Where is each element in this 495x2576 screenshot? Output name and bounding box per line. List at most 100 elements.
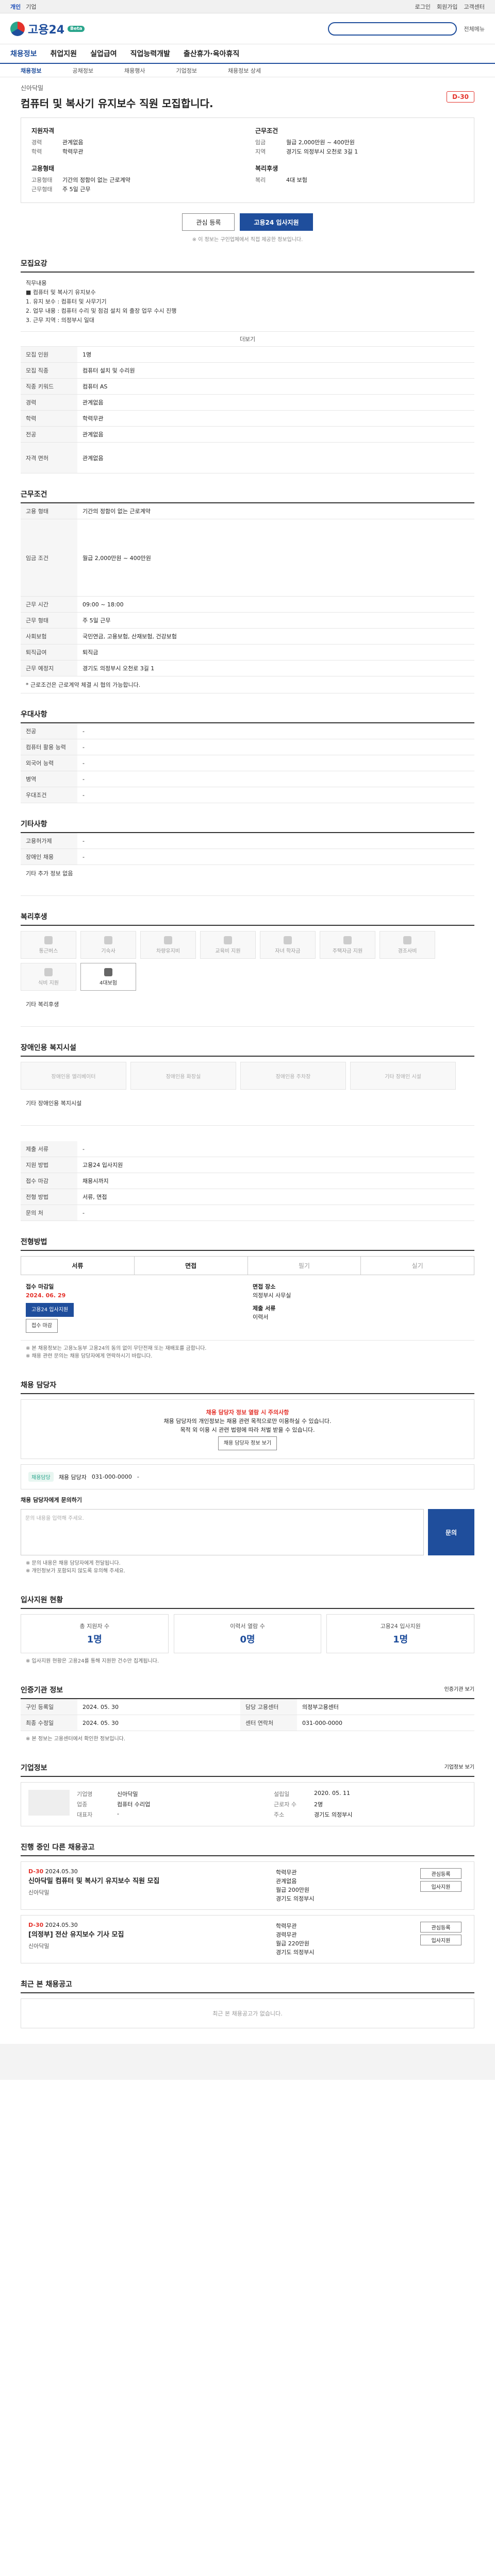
section-title: 복리후생 <box>21 911 474 926</box>
section-prefer: 우대사항 전공 - 컴퓨터 활용 능력 - 외국어 능력 - 병역 - 우대조건 - <box>21 709 474 803</box>
applicants-note: ※ 입사지원 현황은 고용24를 통해 지원한 건수만 집계됩니다. <box>26 1658 159 1664</box>
welfare-edu-icon: 교육비 지원 <box>200 931 256 959</box>
job-card-interest-button[interactable]: 관심등록 <box>420 1868 461 1879</box>
signup-link[interactable]: 회원가입 <box>437 3 457 11</box>
inquiry-title: 채용 담당자에게 문의하기 <box>21 1497 82 1503</box>
nav-jobs[interactable]: 채용정보 <box>10 48 37 59</box>
job-card-title[interactable]: [의정부] 전산 유지보수 기사 모집 <box>28 1930 271 1940</box>
agency-button[interactable]: 인증기관 보기 <box>444 1685 474 1695</box>
etc-note: 기타 추가 정보 없음 <box>21 865 474 896</box>
section-others: 진행 중인 다른 채용공고 D-30 2024.05.30 신아닥밀 컴퓨터 및… <box>21 1842 474 1963</box>
conditions-table: 고용 형태 기간의 정함이 없는 근로계약 임금 조건 월급 2,000만원 ~ 4… <box>21 503 474 676</box>
section-title: 전형방법 <box>21 1236 474 1251</box>
login-link[interactable]: 로그인 <box>415 3 431 11</box>
topbar-company[interactable]: 기업 <box>26 3 36 11</box>
manager-box: 채용담당 채용 담당자 031-000-0000 - <box>21 1464 474 1489</box>
welfare-meal-icon: 식비 지원 <box>21 963 76 991</box>
section-recent: 최근 본 채용공고 최근 본 채용공고가 없습니다. <box>21 1979 474 2028</box>
inquiry-submit-button[interactable]: 문의 <box>428 1509 474 1555</box>
section-title: 최근 본 채용공고 <box>21 1979 474 1993</box>
etc-table: 고용허가제 - 장애인 채용 - <box>21 833 474 865</box>
subnav-open[interactable]: 공채정보 <box>72 66 93 75</box>
topbar-personal[interactable]: 개인 <box>10 3 21 11</box>
step-document: 서류 <box>21 1257 135 1275</box>
section-title: 입사지원 현황 <box>21 1595 474 1609</box>
job-description: 직무내용 ■ 컴퓨터 및 복사기 유지보수 1. 유지 보수 : 컴퓨터 및 사… <box>21 273 474 332</box>
logo-icon <box>10 21 25 36</box>
section-disability: 장애인용 복지시설 장애인용 엘리베이터 장애인용 화장실 장애인용 주차장 기… <box>21 1042 474 1126</box>
summary-title: 근무조건 <box>255 127 278 134</box>
summary-title: 지원자격 <box>31 127 55 134</box>
job-title: 컴퓨터 및 복사기 유지보수 직원 모집합니다. <box>21 97 213 110</box>
companyinfo-button[interactable]: 기업정보 보기 <box>444 1762 474 1773</box>
apply-button[interactable]: 고용24 입사지원 <box>240 213 313 231</box>
view-manager-button[interactable]: 채용 담당자 정보 보기 <box>218 1436 277 1450</box>
inquiry-textarea[interactable]: 문의 내용을 입력해 주세요. <box>21 1509 424 1555</box>
subnav-detail[interactable]: 채용정보 상세 <box>228 66 261 75</box>
welfare-house-icon: 주택자금 지원 <box>320 931 375 959</box>
sub-nav: 채용정보 공채정보 채용행사 기업정보 채용정보 상세 <box>0 64 495 77</box>
prefer-table: 전공 - 컴퓨터 활용 능력 - 외국어 능력 - 병역 - 우대조건 - <box>21 723 474 803</box>
section-welfare: 복리후생 통근버스 기숙사 차량유지비 교육비 지원 자녀 학자금 주택자금 지… <box>21 911 474 1027</box>
section-companyinfo: 기업정보 기업정보 보기 기업명 신아닥밀 설립일 2020. 05. 11 업종 컴퓨… <box>21 1762 474 1826</box>
inquiry-notes: ※ 문의 내용은 채용 담당자에게 전달됩니다. ※ 개인정보가 포함되지 않도… <box>26 1561 126 1574</box>
job-card-interest-button[interactable]: 관심등록 <box>420 1922 461 1933</box>
search-input[interactable] <box>327 22 457 36</box>
subnav-events[interactable]: 채용행사 <box>124 66 145 75</box>
step-practical: 실기 <box>411 1262 423 1269</box>
step-written: 필기 <box>248 1257 361 1275</box>
all-menu-link[interactable]: 전체메뉴 <box>464 25 485 33</box>
nav-leave[interactable]: 출산휴가·육아휴직 <box>184 48 239 59</box>
applicant-stats: 총 지원자 수 1명 이력서 열람 수 0명 고용24 입사지원 1명 <box>21 1614 475 1653</box>
main-nav: 채용정보 취업지원 실업급여 직업능력개발 출산휴가·육아휴직 <box>0 44 495 64</box>
section-etc: 기타사항 고용허가제 - 장애인 채용 - 기타 추가 정보 없음 <box>21 819 474 896</box>
caution-box: 채용 담당자 정보 열람 시 주의사항 채용 담당자의 개인정보는 채용 관련 … <box>21 1399 474 1459</box>
period-apply-button[interactable]: 고용24 입사지원 <box>26 1303 74 1317</box>
logo[interactable]: 고용24 Beta <box>10 21 85 37</box>
company-name: 신아닥밀 <box>21 84 44 92</box>
conditions-note: * 근로조건은 근로계약 체결 시 협의 가능합니다. <box>21 676 474 693</box>
welfare-bus-icon: 통근버스 <box>21 931 76 959</box>
summary-title: 복리후생 <box>255 165 278 172</box>
section-recruit: 모집요강 직무내용 ■ 컴퓨터 및 복사기 유지보수 1. 유지 보수 : 컴퓨… <box>21 258 474 473</box>
welfare-tuition-icon: 자녀 학자금 <box>260 931 316 959</box>
section-title: 우대사항 <box>21 709 474 723</box>
summary-box: 지원자격 경력 관계없음 학력 학력무관 고용형태 고용형태 기간의 정함이 없는 근… <box>21 117 474 203</box>
job-card-apply-button[interactable]: 입사지원 <box>420 1935 461 1945</box>
apply-area: 관심 등록 고용24 입사지원 <box>21 213 474 231</box>
job-card[interactable]: D-30 2024.05.30 신아닥밀 컴퓨터 및 복사기 유지보수 직원 모… <box>21 1861 474 1910</box>
restroom-icon: 장애인용 화장실 <box>130 1062 236 1090</box>
notice: ※ 이 정보는 구인업체에서 직접 제공한 정보입니다. <box>192 237 303 243</box>
section-agency: 인증기관 정보 인증기관 보기 구인 등록일 2024. 05. 30 담당 고용센터… <box>21 1685 474 1747</box>
welfare-car-icon: 차량유지비 <box>140 931 196 959</box>
period-close-button[interactable]: 접수 마감 <box>26 1319 58 1333</box>
welfare-insurance-icon: 4대보험 <box>80 963 136 991</box>
welfare-gift-icon: 경조사비 <box>380 931 435 959</box>
section-title: 근무조건 <box>21 489 474 503</box>
parking-icon: 장애인용 주차장 <box>240 1062 346 1090</box>
step-interview: 면접 <box>135 1257 248 1275</box>
job-card[interactable]: D-30 2024.05.30 [의정부] 전산 유지보수 기사 모집 신아닥밀… <box>21 1915 474 1963</box>
more-button[interactable]: 더보기 <box>21 332 474 347</box>
section-manager: 채용 담당자 채용 담당자 정보 열람 시 주의사항 채용 담당자의 개인정보는… <box>21 1380 474 1579</box>
recent-empty: 최근 본 채용공고가 없습니다. <box>21 1998 474 2028</box>
job-card-title[interactable]: 신아닥밀 컴퓨터 및 복사기 유지보수 직원 모집 <box>28 1877 271 1886</box>
summary-title: 고용형태 <box>31 165 55 172</box>
elevator-icon: 장애인용 엘리베이터 <box>21 1062 126 1090</box>
nav-training[interactable]: 직업능력개발 <box>130 48 170 59</box>
period-notes: ※ 본 채용정보는 고용노동부 고용24의 동의 없이 무단전재 또는 재배포를… <box>26 1346 207 1359</box>
section-procedure: 전형방법 서류 면접 필기 실기 접수 마감일 2024. 06. 29 고용2… <box>21 1236 474 1364</box>
period-box: 접수 마감일 2024. 06. 29 고용24 입사지원 접수 마감 면접 장… <box>21 1275 474 1341</box>
section-title: 모집요강 <box>21 258 474 273</box>
disability-note: 기타 장애인용 복지시설 <box>21 1095 474 1126</box>
nav-benefit[interactable]: 실업급여 <box>90 48 117 59</box>
support-link[interactable]: 고객센터 <box>464 3 485 11</box>
interest-button[interactable]: 관심 등록 <box>182 213 235 231</box>
facility-icon: 기타 장애인 시설 <box>350 1062 456 1090</box>
job-card-apply-button[interactable]: 입사지원 <box>420 1881 461 1892</box>
subnav-company[interactable]: 기업정보 <box>176 66 196 75</box>
section-conditions: 근무조건 고용 형태 기간의 정함이 없는 근로계약 임금 조건 월급 2,000만… <box>21 489 474 693</box>
subnav-jobs[interactable]: 채용정보 <box>21 66 41 75</box>
dday-badge: D-30 <box>447 91 474 103</box>
nav-support[interactable]: 취업지원 <box>51 48 77 59</box>
